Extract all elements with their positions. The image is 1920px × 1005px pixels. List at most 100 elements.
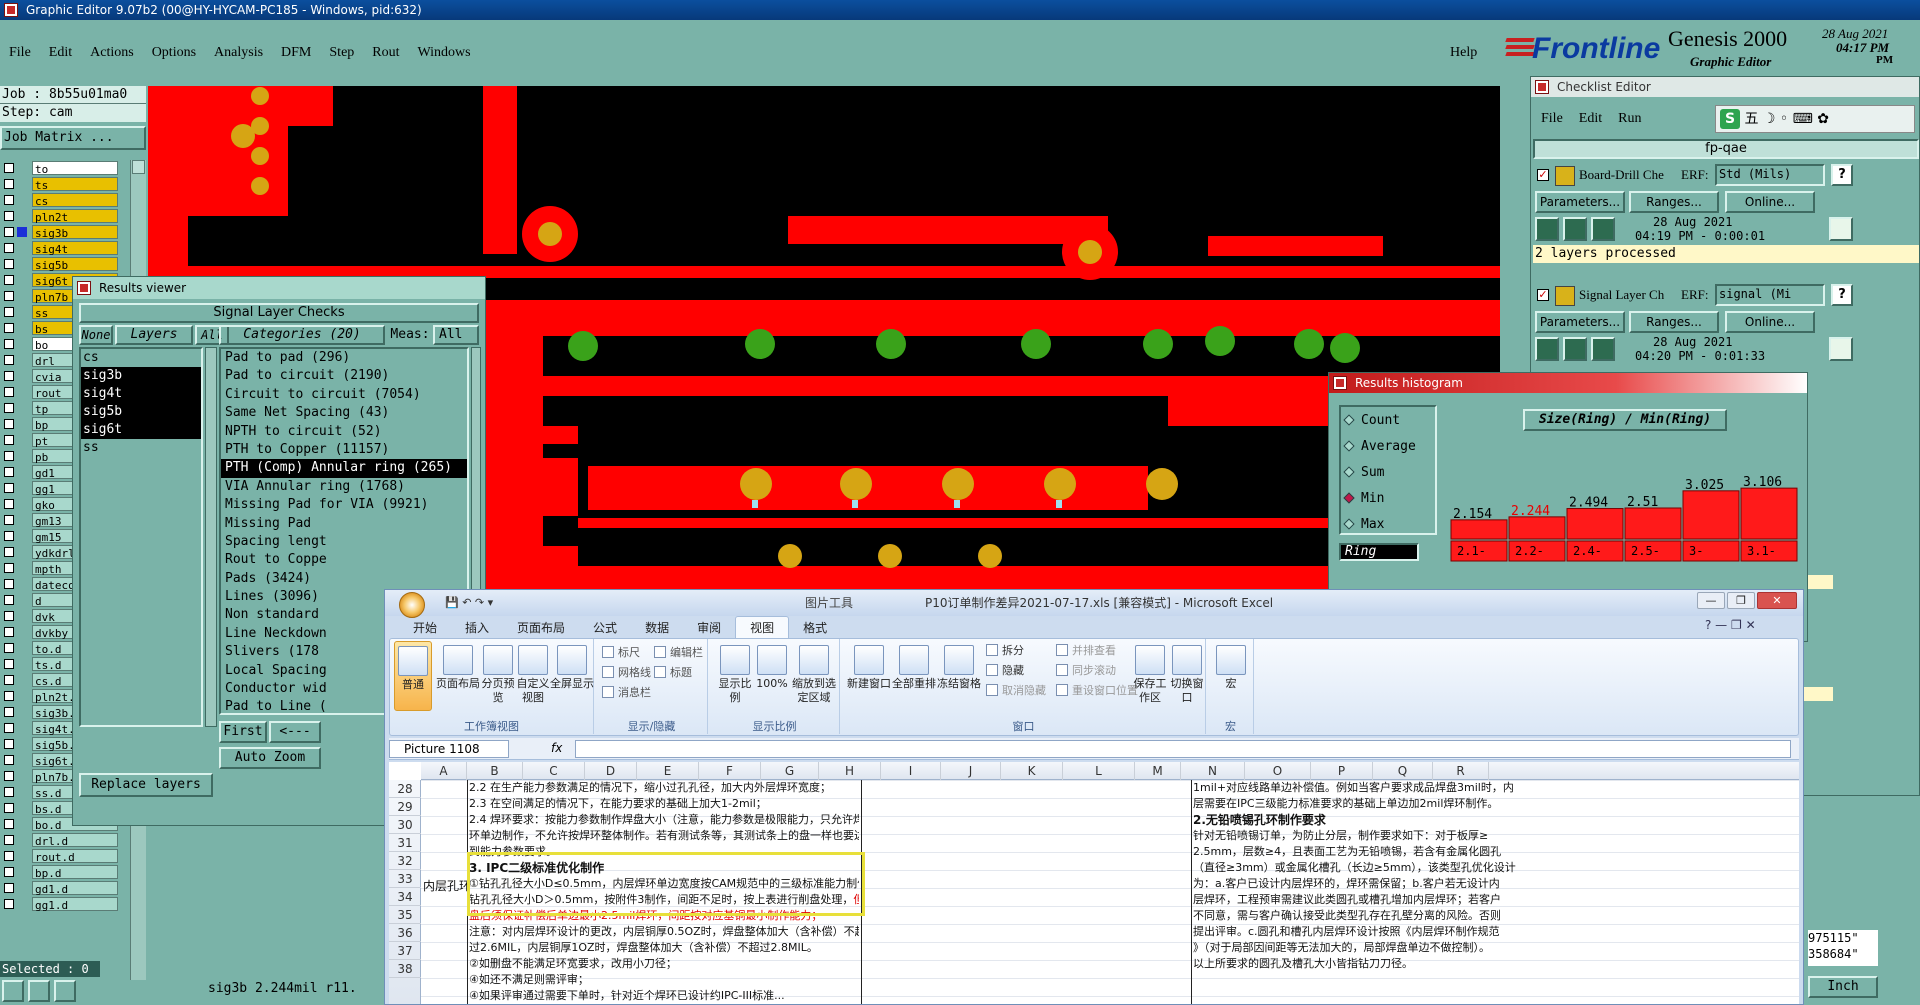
- ribbon-tab[interactable]: 插入: [451, 617, 503, 639]
- menu-step[interactable]: Step: [320, 41, 363, 65]
- custom-view-button[interactable]: 自定义视图: [516, 645, 550, 705]
- grid-tool-icon[interactable]: [54, 980, 76, 1002]
- zoom-100-button[interactable]: 100%: [756, 645, 788, 691]
- headings-checkbox[interactable]: 标题: [654, 665, 692, 681]
- layers-scrollbar[interactable]: [205, 347, 217, 727]
- category-item[interactable]: Pads (3424): [221, 570, 467, 588]
- menu-analysis[interactable]: Analysis: [205, 41, 272, 65]
- column-header[interactable]: J: [941, 762, 1001, 780]
- histogram-bar[interactable]: [1682, 490, 1740, 540]
- result-layer-item[interactable]: sig6t: [81, 421, 201, 439]
- page-break-button[interactable]: 分页预览: [480, 645, 516, 705]
- result-layer-item[interactable]: ss: [81, 439, 201, 457]
- ribbon-tab[interactable]: 视图: [735, 616, 790, 639]
- layer-row[interactable]: sig5b: [0, 256, 128, 272]
- column-header[interactable]: O: [1245, 762, 1311, 780]
- layer-row[interactable]: sig3b: [0, 224, 128, 240]
- layer-checkbox[interactable]: [4, 739, 14, 749]
- layer-checkbox[interactable]: [4, 835, 14, 845]
- column-header[interactable]: E: [637, 762, 699, 780]
- layer-row[interactable]: cs: [0, 192, 128, 208]
- category-item[interactable]: PTH (Comp) Annular ring (265): [221, 459, 467, 478]
- layer-checkbox[interactable]: [4, 275, 14, 285]
- histogram-bar[interactable]: [1508, 516, 1566, 540]
- layer-checkbox[interactable]: [4, 179, 14, 189]
- parameters-button[interactable]: Parameters...: [1535, 191, 1625, 213]
- layer-checkbox[interactable]: [4, 435, 14, 445]
- units-button[interactable]: Inch: [1808, 976, 1878, 998]
- layer-checkbox[interactable]: [4, 227, 14, 237]
- layer-row[interactable]: bp.d: [0, 864, 128, 880]
- column-header[interactable]: Q: [1373, 762, 1433, 780]
- layer-name[interactable]: drl.d: [32, 833, 118, 848]
- result-layer-item[interactable]: cs: [81, 349, 201, 367]
- switch-window-button[interactable]: 切换窗口: [1168, 645, 1206, 705]
- column-header[interactable]: G: [761, 762, 819, 780]
- first-button[interactable]: First: [219, 721, 267, 743]
- column-header[interactable]: D: [585, 762, 637, 780]
- stat-option[interactable]: Count: [1343, 413, 1400, 428]
- new-window-button[interactable]: 新建窗口: [846, 645, 892, 691]
- layer-checkbox[interactable]: [4, 323, 14, 333]
- zoom-icon[interactable]: [1829, 337, 1853, 361]
- histogram-bar[interactable]: [1624, 507, 1682, 540]
- minimize-button[interactable]: —: [1697, 592, 1725, 609]
- menu-edit[interactable]: Edit: [40, 41, 81, 65]
- layer-checkbox[interactable]: [4, 515, 14, 525]
- layer-row[interactable]: drl.d: [0, 832, 128, 848]
- category-item[interactable]: Spacing lengt: [221, 533, 467, 551]
- row-header[interactable]: 31: [389, 834, 421, 852]
- category-item[interactable]: Same Net Spacing (43): [221, 404, 467, 422]
- auto-zoom-button[interactable]: Auto Zoom: [219, 747, 321, 769]
- layer-name[interactable]: gg1.d: [32, 897, 118, 912]
- column-header[interactable]: N: [1181, 762, 1245, 780]
- layer-checkbox[interactable]: [4, 387, 14, 397]
- fx-icon[interactable]: fx: [551, 741, 562, 755]
- row-header[interactable]: 37: [389, 942, 421, 960]
- normal-view-button[interactable]: 普通: [394, 641, 432, 711]
- menu-options[interactable]: Options: [143, 41, 205, 65]
- ribbon-tab[interactable]: 开始: [399, 617, 451, 639]
- layer-row[interactable]: gg1.d: [0, 896, 128, 912]
- column-header[interactable]: M: [1135, 762, 1181, 780]
- stat-option[interactable]: Max: [1343, 517, 1384, 532]
- restore-button[interactable]: ❐: [1727, 592, 1755, 609]
- category-item[interactable]: PTH to Copper (11157): [221, 441, 467, 459]
- layer-checkbox[interactable]: [4, 595, 14, 605]
- result-layers-list[interactable]: cs sig3b sig4t sig5b sig6t ss: [79, 347, 203, 727]
- hide-button[interactable]: 隐藏: [986, 663, 1024, 679]
- layer-name[interactable]: cs: [32, 193, 118, 208]
- checklist-menu-edit[interactable]: Edit: [1579, 111, 1602, 126]
- layer-checkbox[interactable]: [4, 483, 14, 493]
- erf-value[interactable]: signal (Mi: [1715, 284, 1825, 306]
- layer-checkbox[interactable]: [4, 531, 14, 541]
- category-item[interactable]: Pad to circuit (2190): [221, 367, 467, 385]
- ruler-checkbox[interactable]: 标尺: [602, 645, 640, 661]
- layer-checkbox[interactable]: [4, 355, 14, 365]
- menu-actions[interactable]: Actions: [81, 41, 143, 65]
- layer-checkbox[interactable]: [4, 723, 14, 733]
- category-item[interactable]: Pad to pad (296): [221, 349, 467, 367]
- layer-checkbox[interactable]: [4, 803, 14, 813]
- check-enable-checkbox[interactable]: ✓: [1537, 169, 1549, 181]
- category-item[interactable]: Rout to Coppe: [221, 551, 467, 569]
- close-button[interactable]: ✕: [1757, 592, 1797, 609]
- menu-windows[interactable]: Windows: [409, 41, 480, 65]
- results-viewer-titlebar[interactable]: Results viewer: [73, 277, 485, 299]
- layer-checkbox[interactable]: [4, 675, 14, 685]
- layer-checkbox[interactable]: [4, 659, 14, 669]
- layer-name[interactable]: sig4t: [32, 241, 118, 256]
- replace-layers-button[interactable]: Replace layers: [79, 773, 213, 797]
- column-header[interactable]: B: [467, 762, 523, 780]
- layer-checkbox[interactable]: [4, 307, 14, 317]
- menu-file[interactable]: File: [0, 41, 40, 65]
- reset-position-button[interactable]: 重设窗口位置: [1056, 683, 1138, 699]
- column-header[interactable]: I: [881, 762, 941, 780]
- layer-name[interactable]: pln2t: [32, 209, 118, 224]
- ribbon-tab[interactable]: 页面布局: [503, 617, 579, 639]
- layer-checkbox[interactable]: [4, 499, 14, 509]
- run-icon[interactable]: [1591, 217, 1615, 241]
- sync-scroll-button[interactable]: 同步滚动: [1056, 663, 1116, 679]
- formulabar-checkbox[interactable]: 编辑栏: [654, 645, 703, 661]
- layer-name[interactable]: sig5b: [32, 257, 118, 272]
